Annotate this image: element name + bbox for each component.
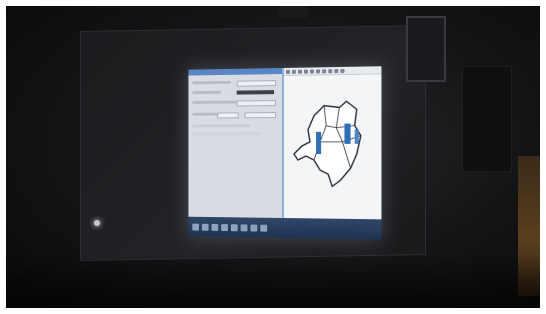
taskbar: [188, 216, 382, 240]
room-photo: [6, 6, 540, 308]
taskbar-app-icon[interactable]: [192, 223, 199, 231]
light-reflection: [94, 220, 100, 226]
country-outline: [294, 101, 361, 186]
form-label: [192, 112, 218, 116]
form-label: [192, 80, 231, 85]
form-field: [244, 112, 277, 119]
gis-toolbar-icon[interactable]: [340, 68, 345, 74]
highlight-region: [344, 123, 351, 144]
gis-toolbar-icon[interactable]: [310, 69, 315, 74]
taskbar-app-icon[interactable]: [240, 223, 248, 231]
taskbar-app-icon[interactable]: [221, 223, 228, 231]
taskbar-app-icon[interactable]: [230, 223, 238, 231]
gis-toolbar-icon[interactable]: [285, 69, 290, 74]
taskbar-app-icon[interactable]: [250, 224, 258, 232]
map-canvas[interactable]: [284, 74, 381, 207]
gis-toolbar-icon[interactable]: [291, 69, 296, 74]
wall-cabinet: [462, 66, 512, 172]
highlight-region: [354, 129, 359, 144]
wall-frame: [406, 16, 446, 82]
gis-toolbar-icon[interactable]: [303, 69, 308, 74]
panel-titlebar: [188, 68, 283, 76]
taskbar-app-icon[interactable]: [211, 223, 219, 231]
taskbar-app-icon[interactable]: [201, 223, 209, 231]
gis-toolbar-icon[interactable]: [316, 69, 321, 74]
form-field-dark: [236, 90, 275, 95]
form-field: [236, 100, 277, 107]
ceiling-fixture: [278, 6, 308, 18]
taskbar-app-icon[interactable]: [260, 224, 268, 232]
form-label: [192, 90, 222, 95]
highlight-region: [316, 131, 322, 155]
projected-screen: [188, 66, 382, 240]
gis-toolbar-icon[interactable]: [322, 69, 327, 74]
form-label: [192, 100, 237, 104]
form-field: [217, 112, 239, 119]
form-label: [192, 132, 261, 136]
floor-shadow: [6, 256, 540, 308]
gis-toolbar-icon[interactable]: [334, 69, 339, 74]
form-field: [236, 80, 277, 87]
gis-toolbar-icon[interactable]: [297, 69, 302, 74]
form-label: [192, 124, 251, 128]
settings-panel: [188, 67, 284, 219]
map-panel: [283, 66, 382, 220]
gis-toolbar-icon[interactable]: [328, 69, 333, 74]
